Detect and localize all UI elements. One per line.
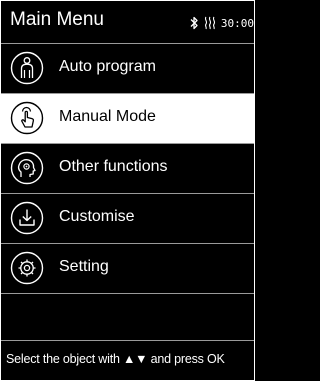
menu-item-manual-mode[interactable]: Manual Mode (1, 93, 254, 143)
heat-waves-icon (203, 16, 217, 30)
menu-item-label: Setting (59, 258, 109, 275)
menu-item-auto-program[interactable]: Auto program (1, 43, 254, 93)
page-title: Main Menu (10, 9, 104, 30)
status-area: 30:00 (190, 15, 254, 31)
menu-item-label: Customise (59, 208, 135, 225)
head-gear-icon (10, 151, 44, 185)
header-bar: Main Menu 30:00 (1, 1, 254, 43)
menu-item-label: Manual Mode (59, 108, 156, 125)
footer-hint: Select the object with ▲▼ and press OK (6, 352, 225, 366)
timer-readout: 30:00 (220, 16, 254, 30)
screen-frame: Main Menu 30:00 Auto program Manual Mode… (0, 0, 255, 381)
download-tray-icon (10, 201, 44, 235)
bluetooth-icon (190, 16, 199, 30)
menu-item-label: Auto program (59, 58, 156, 75)
empty-row (1, 293, 254, 343)
gear-icon (10, 251, 44, 285)
menu-item-label: Other functions (59, 158, 168, 175)
menu-item-other-functions[interactable]: Other functions (1, 143, 254, 193)
hint-bar: Select the object with ▲▼ and press OK (1, 340, 254, 380)
main-menu-list: Auto program Manual Mode Other functions… (1, 43, 254, 343)
body-figure-icon (10, 51, 44, 85)
menu-item-customise[interactable]: Customise (1, 193, 254, 243)
menu-item-setting[interactable]: Setting (1, 243, 254, 293)
finger-tap-icon (10, 101, 44, 135)
